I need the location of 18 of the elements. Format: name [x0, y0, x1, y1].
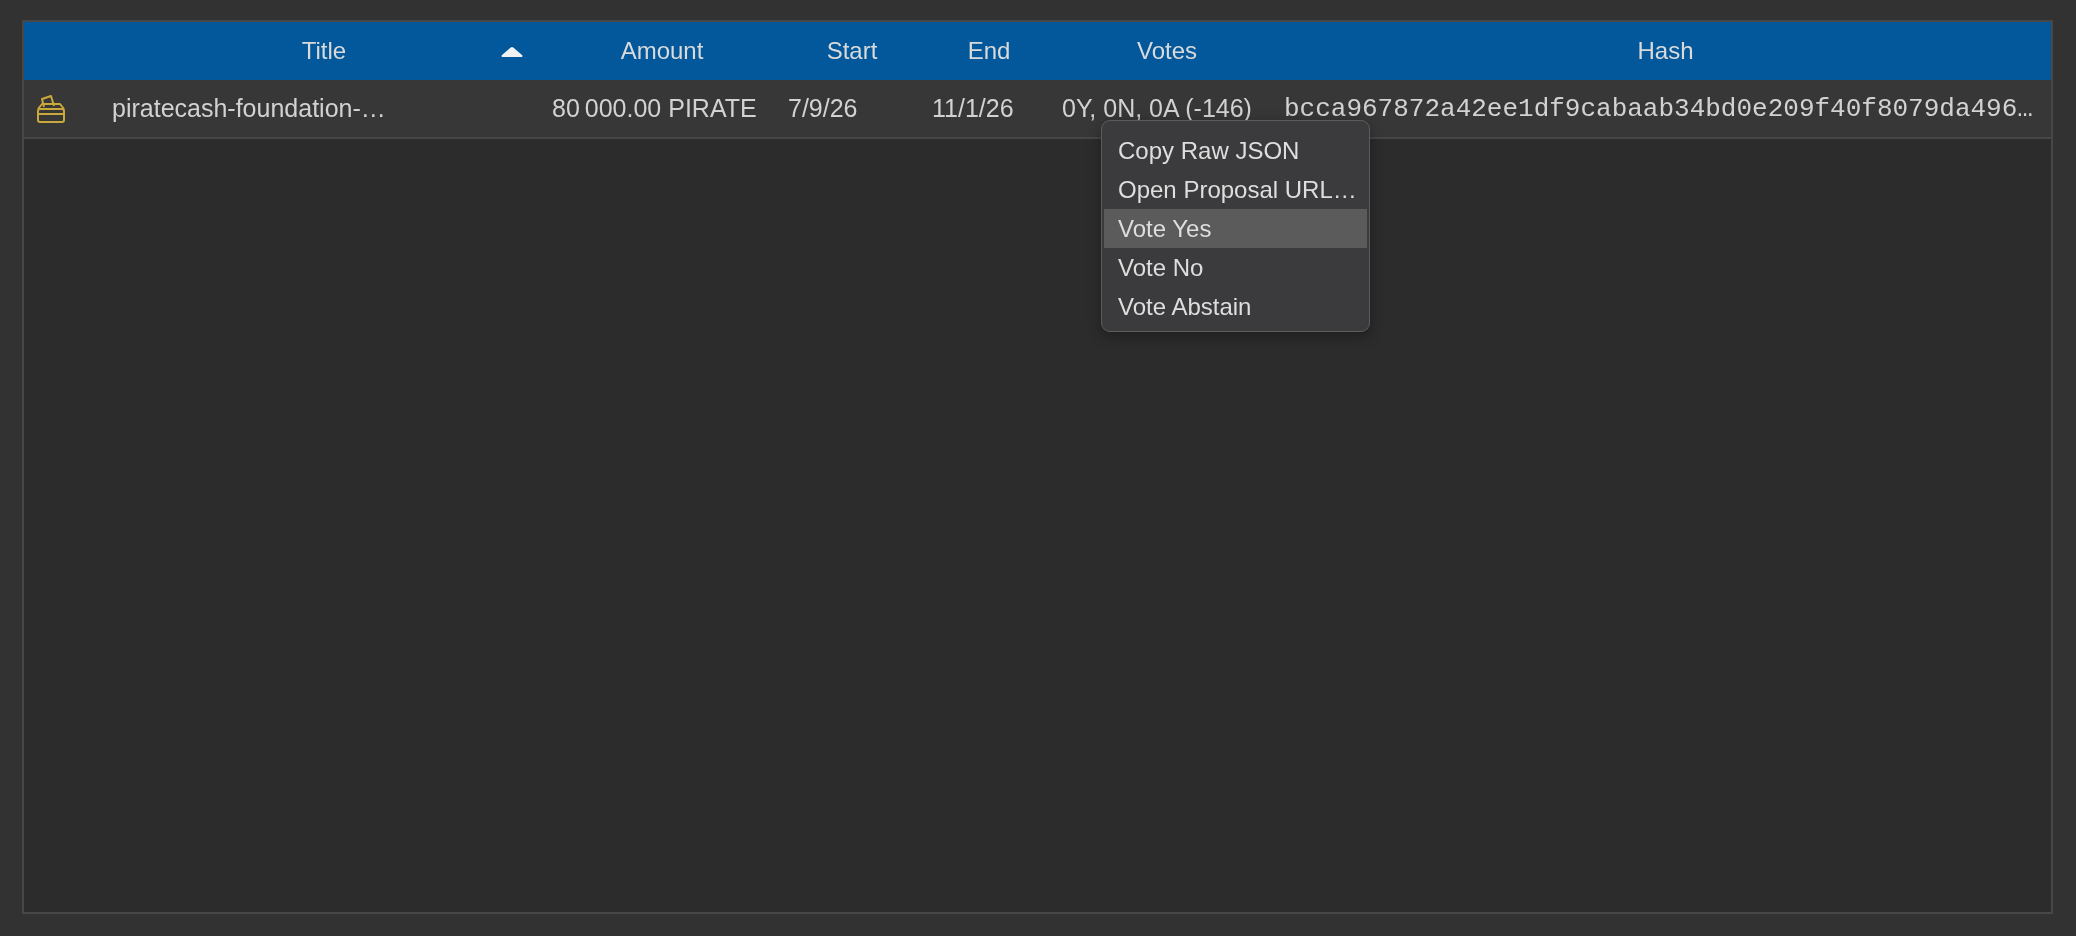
table-cell-text: 80 000.00 PIRATE	[551, 93, 758, 124]
table-cell-text: 0Y, 0N, 0A (-146)	[1061, 93, 1253, 124]
table-cell-text: piratecash-foundation-…	[111, 93, 387, 124]
table-cell-text: 7/9/26	[787, 93, 859, 124]
table-cell-text: bcca967872a42ee1df9cabaab34bd0e209f40f8079da496…	[1283, 92, 2034, 126]
column-header[interactable]: Title	[104, 22, 544, 80]
menu-item[interactable]: Vote No	[1104, 248, 1367, 287]
ballot-box-icon	[35, 93, 67, 124]
column-header[interactable]: End	[924, 22, 1054, 80]
column-header[interactable]: Start	[780, 22, 924, 80]
column-header[interactable]: Amount	[544, 22, 780, 80]
menu-item[interactable]: Open Proposal URL…	[1104, 170, 1367, 209]
table-cell-text: 11/1/26	[931, 93, 1015, 124]
column-header[interactable]: Hash	[1280, 22, 2051, 80]
column-header[interactable]: Votes	[1054, 22, 1280, 80]
menu-item[interactable]: Vote Yes	[1104, 209, 1367, 248]
table-row[interactable]: piratecash-foundation-… 80 000.00 PIRATE 7/9/26 11/1/26 0Y, 0N, 0A (-146) bcca967872a42ee1df9cabaab34bd0e209f40f8079da496…	[24, 80, 2051, 139]
menu-item[interactable]: Vote Abstain	[1104, 287, 1367, 326]
